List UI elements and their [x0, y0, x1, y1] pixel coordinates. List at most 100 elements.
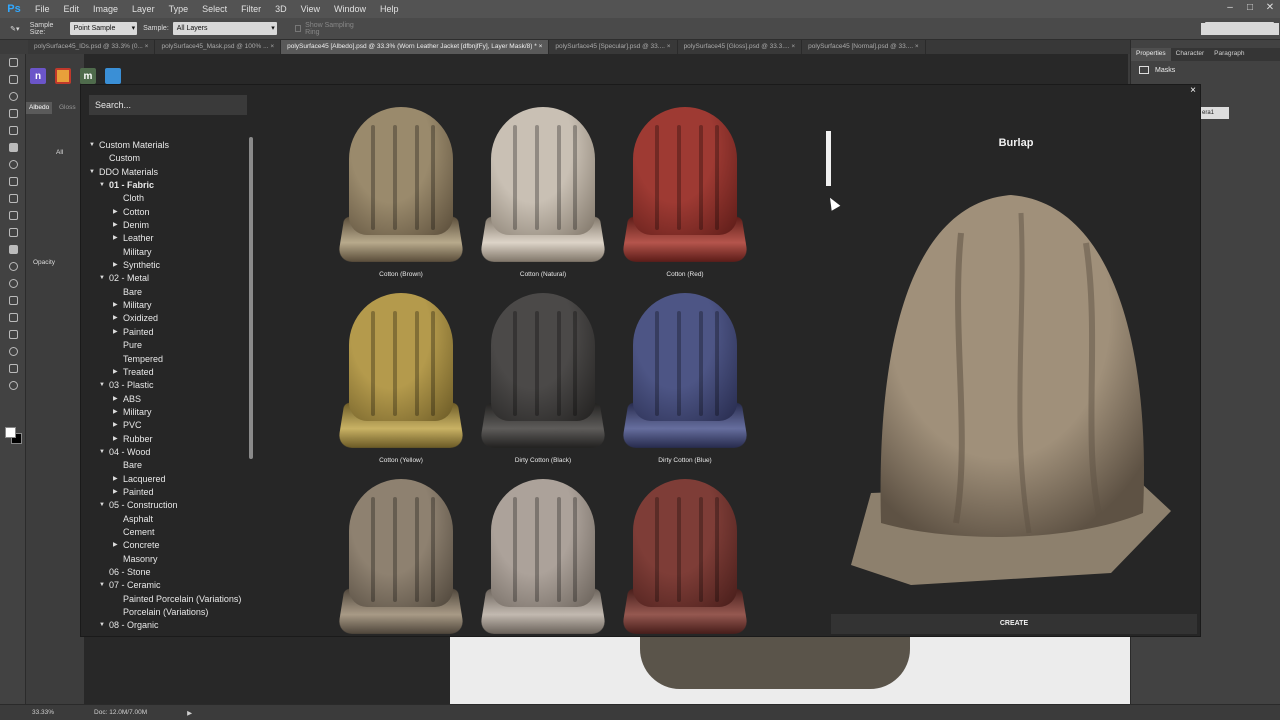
menu-window[interactable]: Window [327, 4, 373, 14]
tree-scrollbar[interactable] [249, 137, 253, 459]
search-input[interactable] [89, 95, 247, 115]
blur-tool-icon[interactable] [0, 258, 26, 275]
tree-item[interactable]: 06 - Stone [85, 566, 249, 579]
material-tile[interactable] [621, 479, 749, 638]
expand-right-icon[interactable]: ▶ [113, 406, 118, 419]
expand-down-icon[interactable]: ▼ [89, 139, 95, 152]
tab-paragraph[interactable]: Paragraph [1209, 48, 1249, 61]
tree-item[interactable]: ▼ DDO Materials [85, 166, 249, 179]
move-tool-icon[interactable] [0, 54, 26, 71]
history-brush-icon[interactable] [0, 207, 26, 224]
grid-scrollbar[interactable] [826, 131, 831, 186]
expand-right-icon[interactable]: ▶ [113, 419, 118, 432]
menu-3d[interactable]: 3D [268, 4, 294, 14]
tab-character[interactable]: Character [1171, 48, 1210, 61]
doc-tab-specular[interactable]: polySurface45 [Specular].psd @ 33.... × [549, 40, 678, 54]
close-tab-icon[interactable]: × [667, 43, 671, 50]
tab-albedo[interactable]: Albedo [26, 102, 53, 114]
zoom-tool-icon[interactable] [0, 377, 26, 394]
tree-item[interactable]: ▼ 01 - Fabric [85, 179, 249, 192]
quick-select-tool-icon[interactable] [0, 105, 26, 122]
dodge-tool-icon[interactable] [0, 275, 26, 292]
expand-right-icon[interactable]: ▶ [113, 473, 118, 486]
close-tab-icon[interactable]: × [915, 43, 919, 50]
tree-item[interactable]: ▶ Lacquered [85, 473, 249, 486]
tree-item[interactable]: ▶ Synthetic [85, 259, 249, 272]
material-tile[interactable]: Dirty Cotton (Blue) [621, 293, 749, 465]
tree-item[interactable]: ▶ Concrete [85, 539, 249, 552]
close-window-button[interactable]: ✕ [1260, 0, 1280, 18]
expand-right-icon[interactable]: ▶ [113, 299, 118, 312]
tree-item[interactable]: Custom [85, 152, 249, 165]
tree-item[interactable]: ▼ 03 - Plastic [85, 379, 249, 392]
expand-right-icon[interactable]: ▶ [113, 366, 118, 379]
menu-view[interactable]: View [294, 4, 327, 14]
tree-item[interactable]: Pure [85, 339, 249, 352]
expand-right-icon[interactable]: ▶ [113, 232, 118, 245]
tree-item[interactable]: Bare [85, 286, 249, 299]
expand-right-icon[interactable]: ▶ [113, 393, 118, 406]
foreground-color-swatch[interactable] [5, 427, 16, 438]
tree-item[interactable]: ▼ 05 - Construction [85, 499, 249, 512]
pen-tool-icon[interactable] [0, 292, 26, 309]
tree-item[interactable]: ▼ 02 - Metal [85, 272, 249, 285]
material-tile[interactable]: Cotton (Yellow) [337, 293, 465, 465]
tree-item[interactable]: Asphalt [85, 513, 249, 526]
tree-item[interactable]: ▼ 04 - Wood [85, 446, 249, 459]
menu-filter[interactable]: Filter [234, 4, 268, 14]
tree-item[interactable]: Cement [85, 526, 249, 539]
tree-item[interactable]: ▶ Painted [85, 326, 249, 339]
status-arrow-icon[interactable]: ▶ [187, 709, 192, 717]
shape-tool-icon[interactable] [0, 343, 26, 360]
expand-down-icon[interactable]: ▼ [99, 446, 105, 459]
tree-item[interactable]: Porcelain (Variations) [85, 606, 249, 619]
tree-item[interactable]: Painted Porcelain (Variations) [85, 593, 249, 606]
tree-item[interactable]: ▼ 07 - Ceramic [85, 579, 249, 592]
tree-item[interactable]: ▶ Cotton [85, 206, 249, 219]
stamp-tool-icon[interactable] [0, 190, 26, 207]
expand-right-icon[interactable]: ▶ [113, 539, 118, 552]
tab-properties[interactable]: Properties [1131, 48, 1171, 61]
expand-down-icon[interactable]: ▼ [99, 499, 105, 512]
hand-tool-icon[interactable] [0, 360, 26, 377]
expand-down-icon[interactable]: ▼ [99, 619, 105, 632]
expand-right-icon[interactable]: ▶ [113, 312, 118, 325]
maximize-button[interactable]: □ [1240, 0, 1260, 18]
expand-down-icon[interactable]: ▼ [99, 179, 105, 192]
close-icon[interactable]: × [1190, 85, 1196, 96]
expand-right-icon[interactable]: ▶ [113, 219, 118, 232]
tree-item[interactable]: ▶ Rubber [85, 433, 249, 446]
tree-item[interactable]: ▶ Leather [85, 232, 249, 245]
tree-item[interactable]: Cloth [85, 192, 249, 205]
doc-tab-normal[interactable]: polySurface45 [Normal].psd @ 33.... × [802, 40, 926, 54]
doc-tab-gloss[interactable]: polySurface45 [Gloss].psd @ 33.3.... × [678, 40, 803, 54]
expand-down-icon[interactable]: ▼ [99, 272, 105, 285]
ddo-icon[interactable] [55, 68, 71, 84]
menu-select[interactable]: Select [195, 4, 234, 14]
expand-down-icon[interactable]: ▼ [99, 579, 105, 592]
eyedropper-icon[interactable]: ✎▾ [0, 25, 30, 33]
tab-gloss[interactable]: Gloss [56, 102, 79, 114]
menu-layer[interactable]: Layer [125, 4, 162, 14]
path-select-tool-icon[interactable] [0, 326, 26, 343]
material-tile[interactable]: Cotton (Brown) [337, 107, 465, 279]
expand-right-icon[interactable]: ▶ [113, 433, 118, 446]
tree-item[interactable]: ▶ Oxidized [85, 312, 249, 325]
doc-tab-mask[interactable]: polySurface45_Mask.psd @ 100% ... × [155, 40, 282, 54]
tree-item[interactable]: Military [85, 246, 249, 259]
close-tab-icon[interactable]: × [791, 43, 795, 50]
brush-tool-icon[interactable] [0, 173, 26, 190]
expand-right-icon[interactable]: ▶ [113, 259, 118, 272]
tree-item[interactable]: ▼ 08 - Organic [85, 619, 249, 632]
eyedropper-tool-icon[interactable] [0, 139, 26, 156]
material-tile[interactable]: Dirty Cotton (Black) [479, 293, 607, 465]
minimize-button[interactable]: – [1220, 0, 1240, 18]
tree-item[interactable]: ▶ Military [85, 299, 249, 312]
sample-select[interactable]: All Layers [172, 22, 277, 35]
create-button[interactable]: CREATE [831, 614, 1197, 634]
lasso-tool-icon[interactable] [0, 88, 26, 105]
marquee-tool-icon[interactable] [0, 71, 26, 88]
material-tile[interactable] [337, 479, 465, 638]
tree-item[interactable]: Bare [85, 459, 249, 472]
zoom-level[interactable]: 33.33% [32, 709, 54, 716]
